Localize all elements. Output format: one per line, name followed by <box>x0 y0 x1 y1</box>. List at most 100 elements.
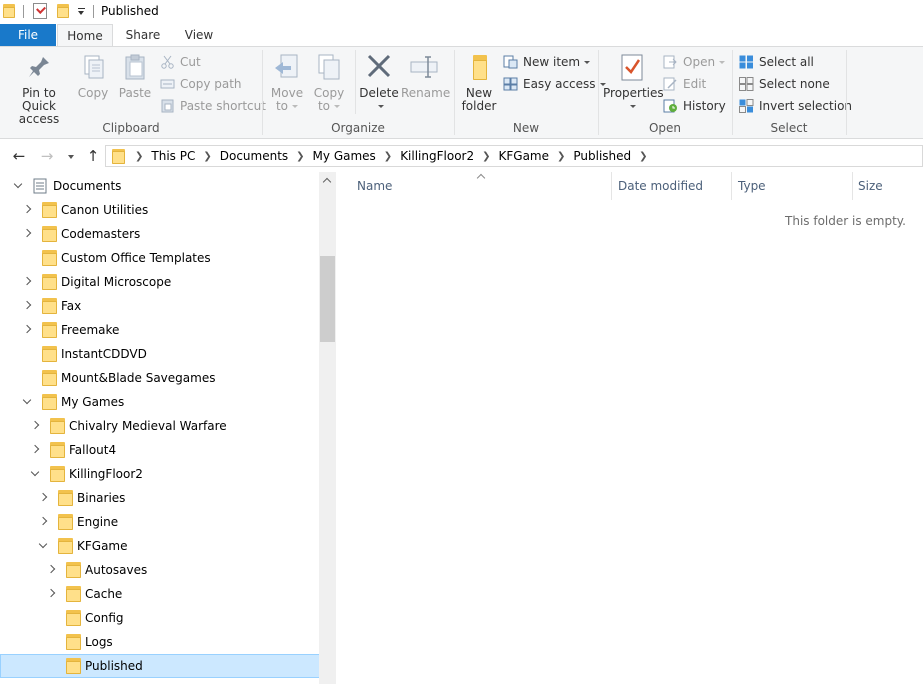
scroll-up-arrow-icon[interactable] <box>319 172 336 189</box>
open-button[interactable]: Open <box>663 52 726 72</box>
breadcrumb-kfgame[interactable]: KFGame <box>499 149 550 163</box>
tab-view[interactable]: View <box>173 24 225 46</box>
breadcrumb-separator-icon[interactable]: ❯ <box>639 151 647 162</box>
chevron-down-icon[interactable] <box>22 390 34 414</box>
move-to-button[interactable]: Move to <box>267 51 307 113</box>
invert-selection-button[interactable]: Invert selection <box>739 96 852 116</box>
edit-button[interactable]: Edit <box>663 74 706 94</box>
folder-icon <box>58 490 73 506</box>
copy-to-button[interactable]: Copy to <box>309 51 349 113</box>
tree-item-killingfloor2[interactable]: KillingFloor2 <box>0 462 320 486</box>
tree-item-binaries[interactable]: Binaries <box>0 486 320 510</box>
breadcrumb-separator-icon[interactable]: ❯ <box>135 151 143 162</box>
cut-button[interactable]: Cut <box>160 52 201 72</box>
new-item-button[interactable]: New item <box>503 52 591 72</box>
breadcrumb-separator-icon[interactable]: ❯ <box>557 151 565 162</box>
column-separator[interactable] <box>852 172 853 200</box>
up-arrow-icon[interactable]: ↑ <box>84 147 102 165</box>
breadcrumb-separator-icon[interactable]: ❯ <box>384 151 392 162</box>
chevron-right-icon[interactable] <box>22 294 34 318</box>
breadcrumb-my-games[interactable]: My Games <box>313 149 376 163</box>
tree-item-mount-blade-savegames[interactable]: Mount&Blade Savegames <box>0 366 320 390</box>
tab-file[interactable]: File <box>0 24 56 46</box>
column-separator[interactable] <box>611 172 612 200</box>
tree-item-freemake[interactable]: Freemake <box>0 318 320 342</box>
folder-icon <box>66 634 81 650</box>
chevron-right-icon[interactable] <box>22 318 34 342</box>
chevron-right-icon[interactable] <box>30 414 42 438</box>
chevron-down-icon[interactable] <box>30 462 42 486</box>
tree-item-canon-utilities[interactable]: Canon Utilities <box>0 198 320 222</box>
properties-quick-icon[interactable] <box>33 3 47 19</box>
select-all-button[interactable]: Select all <box>739 52 814 72</box>
delete-dropdown[interactable] <box>359 100 399 113</box>
chevron-right-icon[interactable] <box>22 270 34 294</box>
file-list-pane[interactable]: Name Date modified Type Size This folder… <box>337 172 923 684</box>
new-folder-quick-icon[interactable] <box>57 4 69 18</box>
copy-path-button[interactable]: Copy path <box>160 74 242 94</box>
tree-item-fallout4[interactable]: Fallout4 <box>0 438 320 462</box>
tree-item-logs[interactable]: Logs <box>0 630 320 654</box>
delete-button[interactable]: Delete <box>359 51 399 113</box>
column-header-date-modified[interactable]: Date modified <box>618 172 731 200</box>
recent-locations-dropdown[interactable] <box>62 147 76 165</box>
tree-item-kfgame[interactable]: KFGame <box>0 534 320 558</box>
breadcrumb-documents[interactable]: Documents <box>220 149 288 163</box>
chevron-right-icon[interactable] <box>46 558 58 582</box>
chevron-right-icon[interactable] <box>22 198 34 222</box>
tree-item-custom-office-templates[interactable]: Custom Office Templates <box>0 246 320 270</box>
tree-item-codemasters[interactable]: Codemasters <box>0 222 320 246</box>
properties-button[interactable]: Properties <box>603 51 664 113</box>
chevron-right-icon[interactable] <box>30 438 42 462</box>
chevron-down-icon[interactable] <box>38 534 50 558</box>
tree-item-my-games[interactable]: My Games <box>0 390 320 414</box>
breadcrumb-killingfloor2[interactable]: KillingFloor2 <box>400 149 474 163</box>
tree-item-fax[interactable]: Fax <box>0 294 320 318</box>
new-folder-button[interactable]: New folder <box>459 51 499 113</box>
select-none-button[interactable]: Select none <box>739 74 830 94</box>
chevron-right-icon[interactable] <box>22 222 34 246</box>
chevron-right-icon[interactable] <box>46 582 58 606</box>
tree-item-autosaves[interactable]: Autosaves <box>0 558 320 582</box>
pin-to-quick-access-button[interactable]: Pin to Quick access <box>4 51 74 126</box>
chevron-down-icon[interactable] <box>13 174 25 198</box>
tree-item-engine[interactable]: Engine <box>0 510 320 534</box>
breadcrumb-separator-icon[interactable]: ❯ <box>203 151 211 162</box>
rename-button[interactable]: Rename <box>401 51 450 100</box>
column-header-size[interactable]: Size <box>858 172 918 200</box>
customize-toolbar-dropdown-icon[interactable] <box>77 8 86 16</box>
tree-item-digital-microscope[interactable]: Digital Microscope <box>0 270 320 294</box>
column-separator[interactable] <box>731 172 732 200</box>
chevron-right-icon[interactable] <box>38 510 50 534</box>
copy-button[interactable]: Copy <box>74 51 112 100</box>
tree-item-chivalry-medieval-warfare[interactable]: Chivalry Medieval Warfare <box>0 414 320 438</box>
column-header-type[interactable]: Type <box>738 172 852 200</box>
tree-item-config[interactable]: Config <box>0 606 320 630</box>
breadcrumb-this-pc[interactable]: This PC <box>151 149 195 163</box>
copy-to-icon <box>313 51 345 83</box>
tree-item-cache[interactable]: Cache <box>0 582 320 606</box>
forward-arrow-icon[interactable]: → <box>38 147 56 165</box>
tab-home[interactable]: Home <box>57 24 113 47</box>
tab-share[interactable]: Share <box>114 24 172 46</box>
chevron-right-icon[interactable] <box>38 486 50 510</box>
properties-dropdown[interactable] <box>603 100 659 113</box>
copy-path-icon <box>160 77 175 91</box>
history-button[interactable]: History <box>663 96 726 116</box>
tree-item-instantcddvd[interactable]: InstantCDDVD <box>0 342 320 366</box>
paste-shortcut-button[interactable]: Paste shortcut <box>160 96 266 116</box>
tree-item-documents[interactable]: Documents <box>0 174 320 198</box>
breadcrumb-separator-icon[interactable]: ❯ <box>296 151 304 162</box>
easy-access-button[interactable]: Easy access <box>503 74 606 94</box>
column-header-name[interactable]: Name <box>357 172 611 200</box>
address-bar[interactable]: ❯ This PC ❯ Documents ❯ My Games ❯ Killi… <box>105 145 923 167</box>
new-group: New folder New item Easy access New <box>455 47 606 138</box>
scrollbar-thumb[interactable] <box>320 256 335 342</box>
tree-item-published[interactable]: Published <box>0 654 320 678</box>
folder-icon <box>66 610 81 626</box>
breadcrumb-published[interactable]: Published <box>573 149 631 163</box>
paste-button[interactable]: Paste <box>116 51 154 100</box>
breadcrumb-separator-icon[interactable]: ❯ <box>482 151 490 162</box>
back-arrow-icon[interactable]: ← <box>10 147 28 165</box>
navigation-pane-scrollbar[interactable] <box>319 172 336 684</box>
